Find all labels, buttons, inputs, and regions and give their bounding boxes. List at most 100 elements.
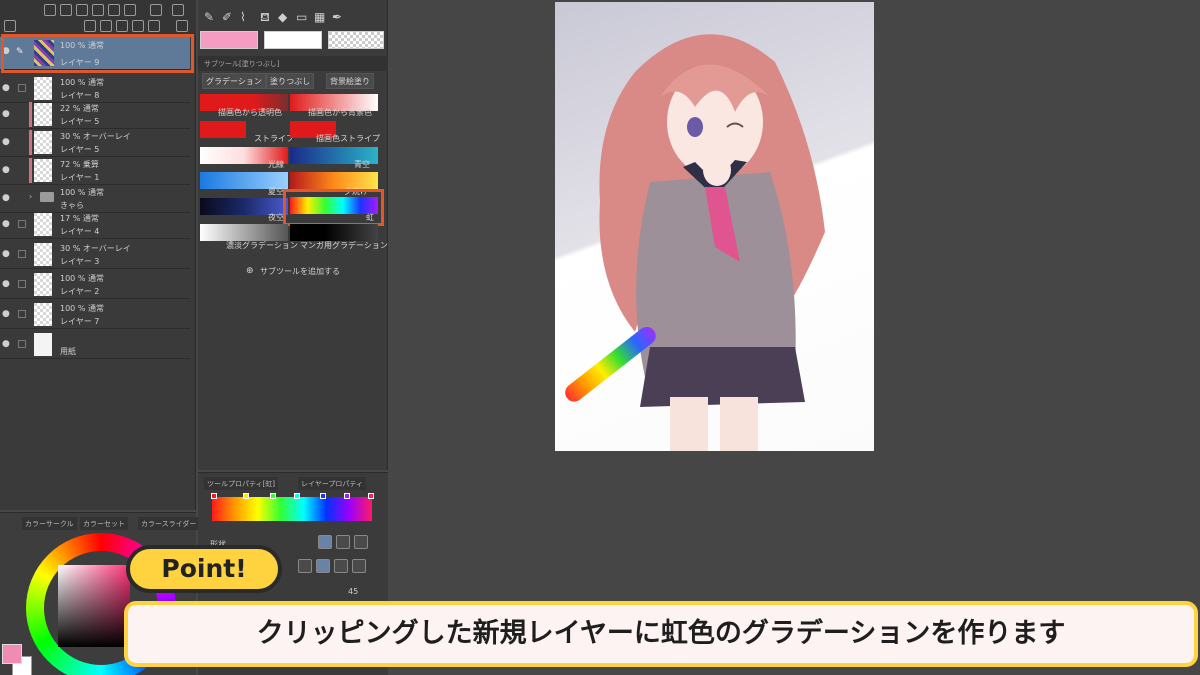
gradient-label: 描画色ストライプ	[316, 134, 380, 143]
layer-thumbnail	[34, 243, 52, 266]
gradient-stop[interactable]	[320, 493, 326, 499]
layer-folder-row[interactable]: ● › 100 % 通常 きゃら	[0, 184, 190, 213]
pencil-tool-icon[interactable]: ✐	[222, 10, 232, 24]
expand-arrow-icon[interactable]: ›	[29, 192, 32, 201]
eye-icon[interactable]: ●	[2, 109, 10, 119]
eraser-tool-icon[interactable]: ◆	[278, 10, 287, 24]
layer-thumbnail	[34, 131, 52, 154]
clipping-indicator	[29, 158, 32, 183]
layer-checkbox[interactable]	[18, 220, 26, 228]
layer-thumbnail	[34, 303, 52, 326]
tab-background-paint[interactable]: 背景絵塗り	[326, 73, 374, 89]
rainbow-preset-highlight	[283, 189, 384, 226]
eye-icon[interactable]: ●	[2, 193, 10, 203]
layer-toolbar	[0, 0, 196, 36]
gradient-stop[interactable]	[211, 493, 217, 499]
layer-thumbnail	[34, 103, 52, 126]
add-subtool-button[interactable]: サブツールを追加する	[260, 266, 340, 277]
main-color-swatch[interactable]	[2, 644, 22, 664]
eye-icon[interactable]: ●	[2, 279, 10, 289]
layer-row[interactable]: ● 30 % オーバーレイ レイヤー 5	[0, 128, 190, 157]
layer-toolbar-icon[interactable]	[150, 4, 162, 16]
grid-tool-icon[interactable]: ▦	[314, 10, 325, 24]
sub-color-bar[interactable]	[264, 31, 322, 49]
gradient-preset[interactable]	[200, 224, 288, 241]
tab-gradient[interactable]: グラデーション	[202, 73, 266, 89]
layer-row[interactable]: ● 用紙	[0, 330, 190, 359]
gradient-stop[interactable]	[344, 493, 350, 499]
layer-row[interactable]: ● 72 % 乗算 レイヤー 1	[0, 156, 190, 185]
layer-checkbox[interactable]	[18, 250, 26, 258]
tab-layer-property[interactable]: レイヤープロパティ	[298, 477, 366, 490]
layer-toolbar-icon[interactable]	[44, 4, 56, 16]
new-layer-icon[interactable]	[84, 20, 96, 32]
layer-checkbox[interactable]	[18, 310, 26, 318]
layer-row[interactable]: ● 22 % 通常 レイヤー 5	[0, 100, 190, 129]
layer-row[interactable]: ● 100 % 通常 レイヤー 8	[0, 74, 190, 103]
layer-toolbar-icon[interactable]	[76, 4, 88, 16]
edge-mode-button[interactable]	[298, 559, 312, 573]
layer-toolbar-icon[interactable]	[172, 4, 184, 16]
tab-color-circle[interactable]: カラーサークル	[22, 517, 77, 530]
layer-toolbar-icon[interactable]	[132, 20, 144, 32]
layer-toolbar-icon[interactable]	[92, 4, 104, 16]
eye-icon[interactable]: ●	[2, 83, 10, 93]
eye-icon[interactable]: ●	[2, 339, 10, 349]
gradient-stop[interactable]	[294, 493, 300, 499]
layer-toolbar-icon[interactable]	[60, 4, 72, 16]
gradient-preset[interactable]	[200, 121, 246, 138]
tab-color-set[interactable]: カラーセット	[80, 517, 128, 530]
shape-linear-button[interactable]	[318, 535, 332, 549]
gradient-label: 描画色から背景色	[308, 108, 372, 117]
tab-tool-property[interactable]: ツールプロパティ[虹]	[204, 477, 279, 490]
layer-checkbox[interactable]	[18, 340, 26, 348]
layer-toolbar-icon[interactable]	[124, 4, 136, 16]
layer-checkbox[interactable]	[18, 280, 26, 288]
transparent-color-bar[interactable]	[328, 31, 384, 49]
tab-fill[interactable]: 塗りつぶし	[266, 73, 315, 89]
layer-mode: 100 % 通常	[60, 304, 104, 313]
gradient-stop[interactable]	[243, 493, 249, 499]
fill-tool-icon[interactable]: ⛾	[260, 10, 270, 26]
eye-icon[interactable]: ●	[2, 219, 10, 229]
eye-icon[interactable]: ●	[2, 165, 10, 175]
shape-ellipse-button[interactable]	[354, 535, 368, 549]
gradient-stop[interactable]	[368, 493, 374, 499]
gradient-label: 夏空	[268, 187, 284, 196]
gradient-label: マンガ用グラデーション	[300, 241, 388, 250]
gradient-preset[interactable]	[290, 224, 378, 241]
layer-row[interactable]: ● 100 % 通常 レイヤー 2	[0, 270, 190, 299]
pen-tool-icon[interactable]: ✎	[204, 10, 214, 24]
layer-mode: 30 % オーバーレイ	[60, 132, 131, 141]
layer-toolbar-icon[interactable]	[148, 20, 160, 32]
layer-mode: 100 % 通常	[60, 78, 104, 87]
edge-mode-button[interactable]	[334, 559, 348, 573]
gradient-stop[interactable]	[270, 493, 276, 499]
layer-toolbar-icon[interactable]	[116, 20, 128, 32]
shape-circle-button[interactable]	[336, 535, 350, 549]
layer-toolbar-icon[interactable]	[4, 20, 16, 32]
gradient-label: 夜空	[268, 213, 284, 222]
edge-mode-button[interactable]	[352, 559, 366, 573]
layer-toolbar-icon[interactable]	[108, 4, 120, 16]
layer-row[interactable]: ● 30 % オーバーレイ レイヤー 3	[0, 240, 190, 269]
saturation-value-square[interactable]	[58, 565, 130, 647]
main-color-bar[interactable]	[200, 31, 258, 49]
dropper-tool-icon[interactable]: ✒	[332, 10, 342, 24]
canvas-artwork[interactable]	[555, 2, 874, 451]
eye-icon[interactable]: ●	[2, 249, 10, 259]
gradient-tool-icon[interactable]: ▭	[296, 10, 307, 24]
eye-icon[interactable]: ●	[2, 309, 10, 319]
new-folder-icon[interactable]	[100, 20, 112, 32]
layer-row[interactable]: ● 17 % 通常 レイヤー 4	[0, 210, 190, 239]
tab-color-slider[interactable]: カラースライダー	[138, 517, 200, 530]
edge-mode-button[interactable]	[316, 559, 330, 573]
layer-row[interactable]: ● 100 % 通常 レイヤー 7	[0, 300, 190, 329]
delete-layer-icon[interactable]	[176, 20, 188, 32]
angle-value[interactable]: 45	[348, 587, 358, 596]
add-icon[interactable]: ⊕	[246, 266, 254, 276]
brush-tool-icon[interactable]: ⌇	[240, 10, 246, 24]
gradient-editor-bar[interactable]	[212, 497, 372, 521]
layer-checkbox[interactable]	[18, 84, 26, 92]
eye-icon[interactable]: ●	[2, 137, 10, 147]
